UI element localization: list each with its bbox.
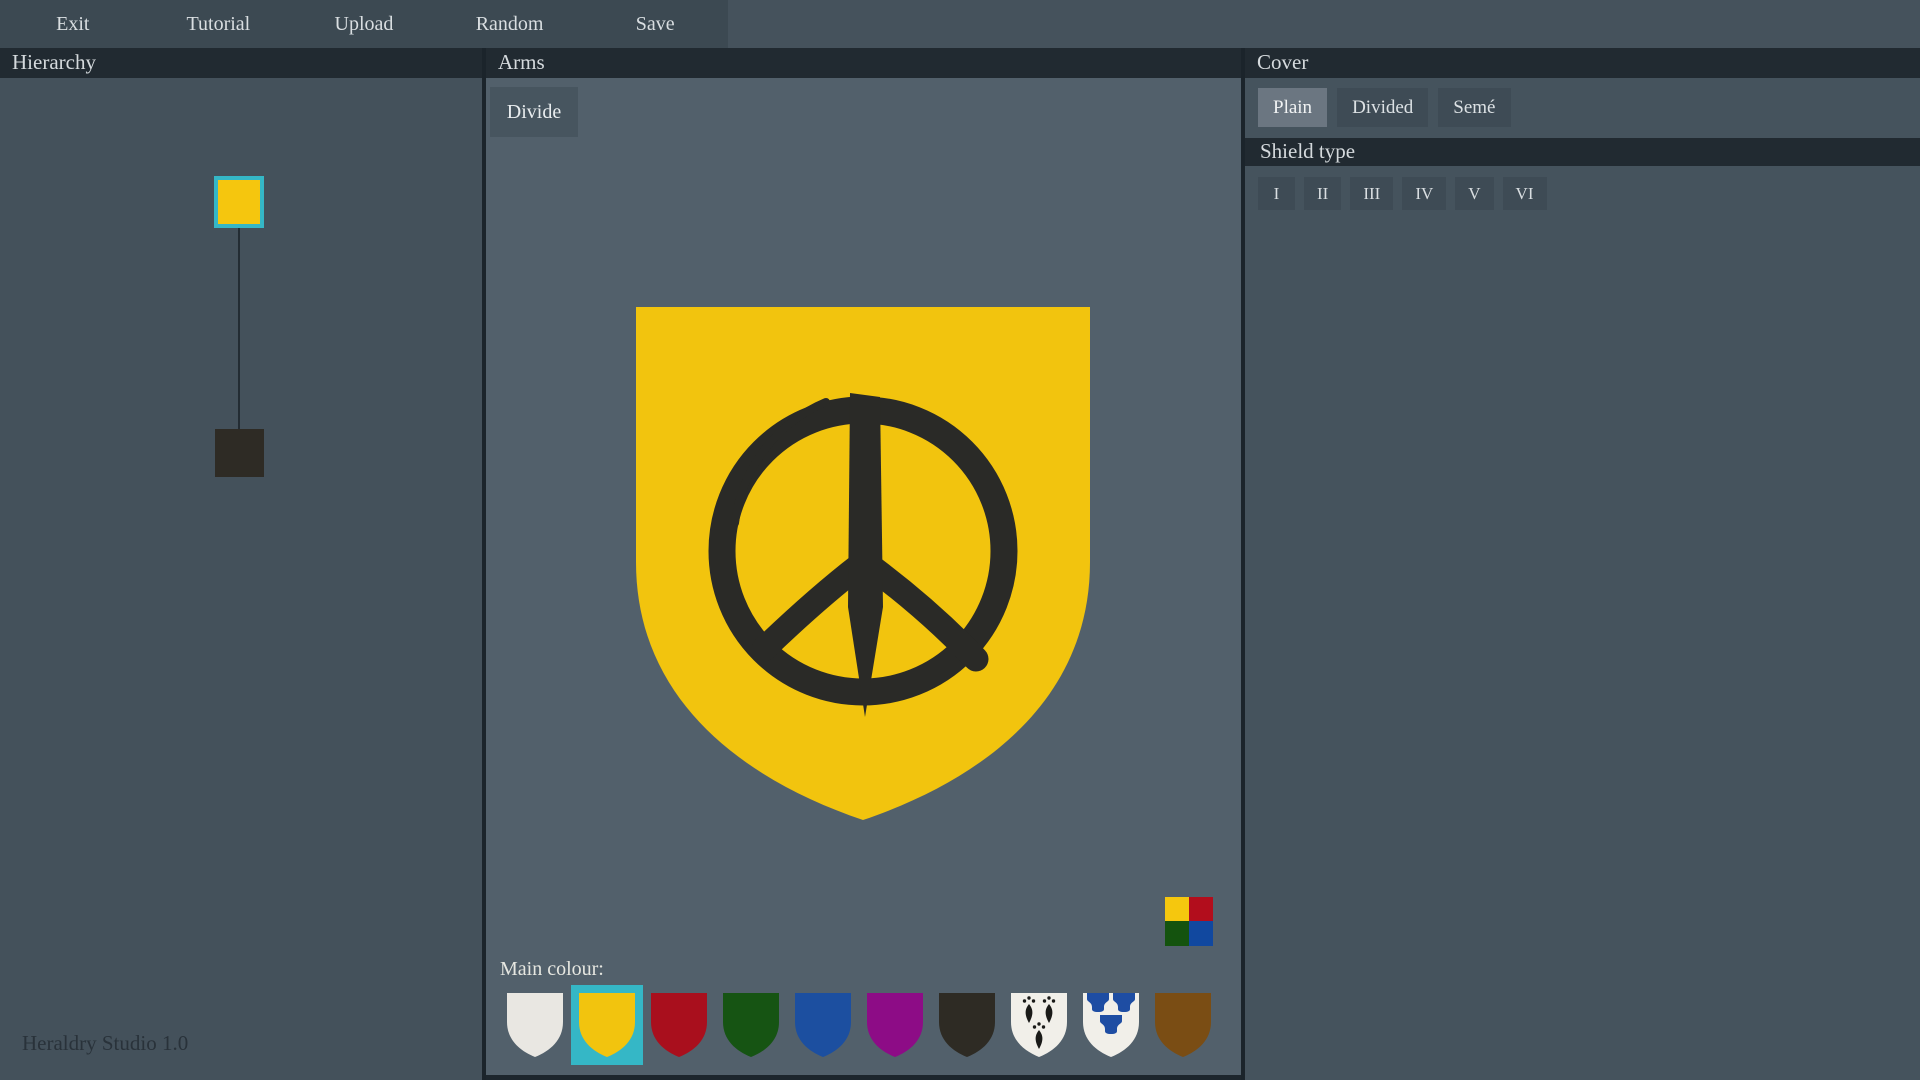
swatch-vair[interactable] xyxy=(1082,992,1140,1058)
shield-preview[interactable] xyxy=(636,307,1090,820)
arms-panel: Arms Divide Main colour: xyxy=(482,48,1245,1080)
swatch-shield-icon xyxy=(938,992,996,1058)
shield-svg xyxy=(636,307,1090,820)
cover-mode-plain[interactable]: Plain xyxy=(1258,88,1327,127)
swatch-tenne[interactable] xyxy=(1154,992,1212,1058)
swatch-shield-icon xyxy=(794,992,852,1058)
menu-item-random[interactable]: Random xyxy=(437,0,583,48)
shield-type-2[interactable]: II xyxy=(1304,177,1341,210)
cover-mode-seme[interactable]: Semé xyxy=(1438,88,1510,127)
swatch-shield-icon xyxy=(1082,992,1140,1058)
swatch-shield-icon xyxy=(866,992,924,1058)
cover-mode-buttons: Plain Divided Semé xyxy=(1258,88,1511,127)
shield-type-1[interactable]: I xyxy=(1258,177,1295,210)
shield-type-5[interactable]: V xyxy=(1455,177,1493,210)
swatch-vert[interactable] xyxy=(722,992,780,1058)
quarter-colour-preview xyxy=(1165,897,1213,946)
cover-panel: Cover Plain Divided Semé Shield type I I… xyxy=(1245,48,1920,1080)
shield-type-6[interactable]: VI xyxy=(1503,177,1547,210)
swatch-azure[interactable] xyxy=(794,992,852,1058)
main-colour-label: Main colour: xyxy=(500,958,604,981)
tree-node-child[interactable] xyxy=(215,429,264,477)
cover-panel-title: Cover xyxy=(1245,48,1920,78)
swatch-or[interactable] xyxy=(578,992,636,1058)
swatch-shield-icon xyxy=(506,992,564,1058)
app-version-label: Heraldry Studio 1.0 xyxy=(22,1031,188,1056)
cover-mode-divided[interactable]: Divided xyxy=(1337,88,1428,127)
quarter-4 xyxy=(1189,921,1213,946)
swatch-ermine[interactable] xyxy=(1010,992,1068,1058)
shield-type-header: Shield type xyxy=(1245,138,1920,166)
swatch-shield-icon xyxy=(1010,992,1068,1058)
tree-connector-line xyxy=(238,228,240,429)
swatch-shield-icon xyxy=(650,992,708,1058)
shield-type-buttons: I II III IV V VI xyxy=(1258,177,1547,210)
shield-type-3[interactable]: III xyxy=(1350,177,1393,210)
swatch-argent[interactable] xyxy=(506,992,564,1058)
menu-item-upload[interactable]: Upload xyxy=(291,0,437,48)
swatch-sable[interactable] xyxy=(938,992,996,1058)
divide-button[interactable]: Divide xyxy=(490,87,578,137)
hierarchy-panel-title: Hierarchy xyxy=(0,48,482,78)
swatch-shield-icon xyxy=(722,992,780,1058)
quarter-2 xyxy=(1189,897,1213,921)
swatch-purpure[interactable] xyxy=(866,992,924,1058)
menu-item-tutorial[interactable]: Tutorial xyxy=(146,0,292,48)
menu-item-save[interactable]: Save xyxy=(582,0,728,48)
arms-bottom-edge xyxy=(486,1075,1241,1080)
menu-bar: Exit Tutorial Upload Random Save xyxy=(0,0,728,48)
hierarchy-panel: Hierarchy Heraldry Studio 1.0 xyxy=(0,48,482,1080)
swatch-shield-icon xyxy=(1154,992,1212,1058)
quarter-3 xyxy=(1165,921,1189,946)
quarter-1 xyxy=(1165,897,1189,921)
tree-node-root[interactable] xyxy=(214,176,264,228)
arms-panel-title: Arms xyxy=(486,48,1241,78)
app-window: Exit Tutorial Upload Random Save Hierarc… xyxy=(0,0,1920,1080)
menu-item-exit[interactable]: Exit xyxy=(0,0,146,48)
shield-type-4[interactable]: IV xyxy=(1402,177,1446,210)
swatch-row xyxy=(486,992,1241,1058)
swatch-gules[interactable] xyxy=(650,992,708,1058)
swatch-shield-icon xyxy=(578,992,636,1058)
